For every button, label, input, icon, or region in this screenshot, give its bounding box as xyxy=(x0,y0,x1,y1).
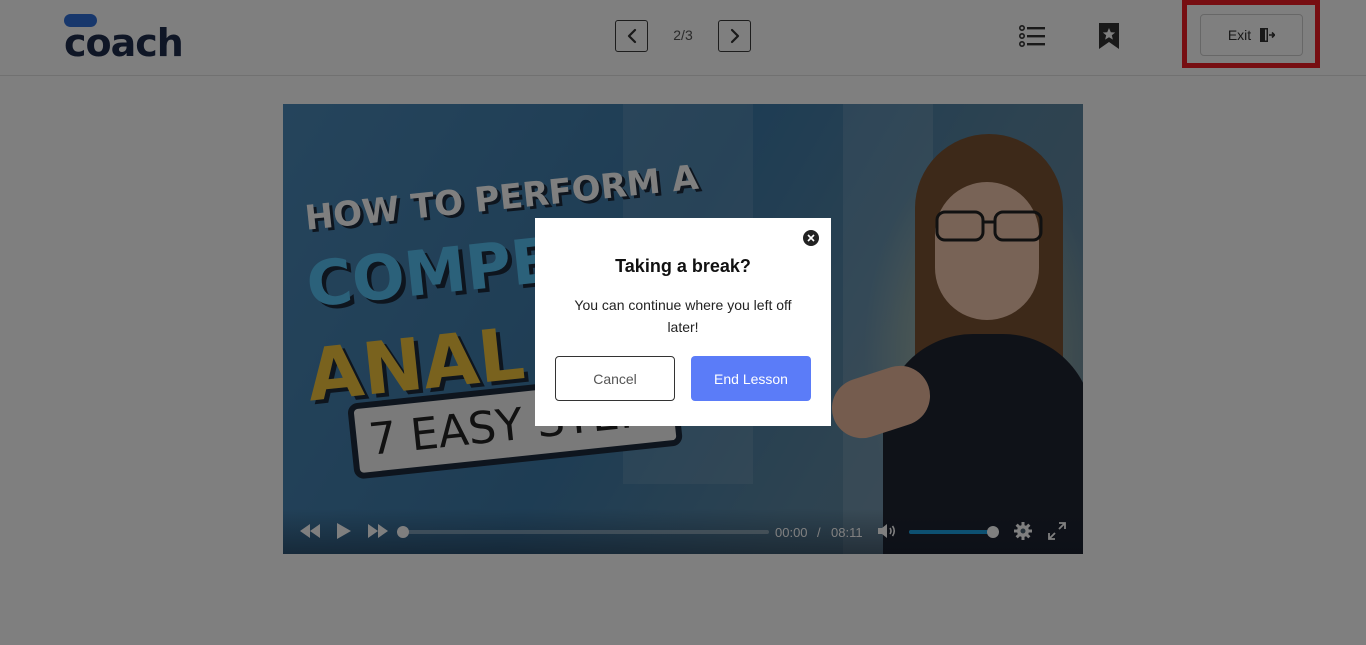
end-lesson-button[interactable]: End Lesson xyxy=(691,356,811,401)
dialog-title: Taking a break? xyxy=(615,256,751,276)
close-dialog-button[interactable] xyxy=(803,230,819,246)
dialog-message: You can continue where you left off late… xyxy=(574,297,792,335)
cancel-button[interactable]: Cancel xyxy=(555,356,675,401)
close-icon xyxy=(807,234,815,242)
taking-a-break-dialog: Taking a break? You can continue where y… xyxy=(535,218,831,426)
